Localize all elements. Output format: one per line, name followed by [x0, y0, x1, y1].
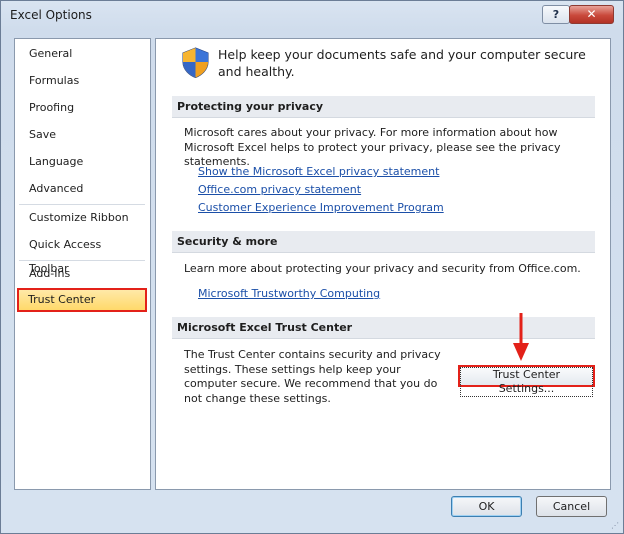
- intro-text: Help keep your documents safe and your c…: [218, 47, 586, 79]
- nav-item-add-ins[interactable]: Add-Ins: [19, 262, 144, 286]
- help-button[interactable]: ?: [542, 5, 570, 24]
- trust-center-section-header: Microsoft Excel Trust Center: [172, 317, 595, 339]
- nav-item-proofing[interactable]: Proofing: [19, 96, 144, 120]
- title-bar[interactable]: Excel Options ? ✕: [1, 1, 623, 31]
- security-section-header: Security & more: [172, 231, 595, 253]
- link-ceip[interactable]: Customer Experience Improvement Program: [198, 201, 444, 214]
- close-icon: ✕: [586, 7, 597, 21]
- cancel-button[interactable]: Cancel: [536, 496, 607, 517]
- security-text: Learn more about protecting your privacy…: [184, 262, 581, 275]
- close-button[interactable]: ✕: [569, 5, 614, 24]
- nav-divider: [19, 204, 145, 205]
- excel-options-dialog: Excel Options ? ✕ General Formulas Proof…: [0, 0, 624, 534]
- red-arrow-annotation: [513, 313, 529, 361]
- nav-item-trust-center[interactable]: Trust Center: [17, 288, 147, 312]
- ok-button[interactable]: OK: [451, 496, 522, 517]
- resize-grip-icon[interactable]: ⋰: [611, 521, 621, 531]
- help-icon: ?: [552, 8, 560, 21]
- trust-center-text: The Trust Center contains security and p…: [184, 348, 441, 405]
- nav-item-quick-access-toolbar[interactable]: Quick Access Toolbar: [19, 233, 144, 275]
- category-nav: General Formulas Proofing Save Language …: [14, 38, 151, 490]
- trust-center-panel: Help keep your documents safe and your c…: [155, 38, 611, 490]
- shield-icon: [182, 47, 209, 79]
- trust-center-settings-button[interactable]: Trust Center Settings...: [458, 365, 595, 397]
- trust-center-settings-label: Trust Center Settings...: [460, 367, 593, 397]
- link-trustworthy-computing[interactable]: Microsoft Trustworthy Computing: [198, 287, 380, 300]
- nav-item-save[interactable]: Save: [19, 123, 144, 147]
- dialog-content: General Formulas Proofing Save Language …: [14, 38, 611, 490]
- link-office-privacy-statement[interactable]: Office.com privacy statement: [198, 183, 361, 196]
- nav-item-advanced[interactable]: Advanced: [19, 177, 144, 201]
- nav-divider: [19, 260, 145, 261]
- nav-item-general[interactable]: General: [19, 42, 144, 66]
- nav-item-formulas[interactable]: Formulas: [19, 69, 144, 93]
- nav-item-customize-ribbon[interactable]: Customize Ribbon: [19, 206, 144, 230]
- privacy-section-header: Protecting your privacy: [172, 96, 595, 118]
- privacy-text: Microsoft cares about your privacy. For …: [184, 126, 561, 168]
- link-excel-privacy-statement[interactable]: Show the Microsoft Excel privacy stateme…: [198, 165, 439, 178]
- window-title: Excel Options: [10, 8, 92, 22]
- nav-item-language[interactable]: Language: [19, 150, 144, 174]
